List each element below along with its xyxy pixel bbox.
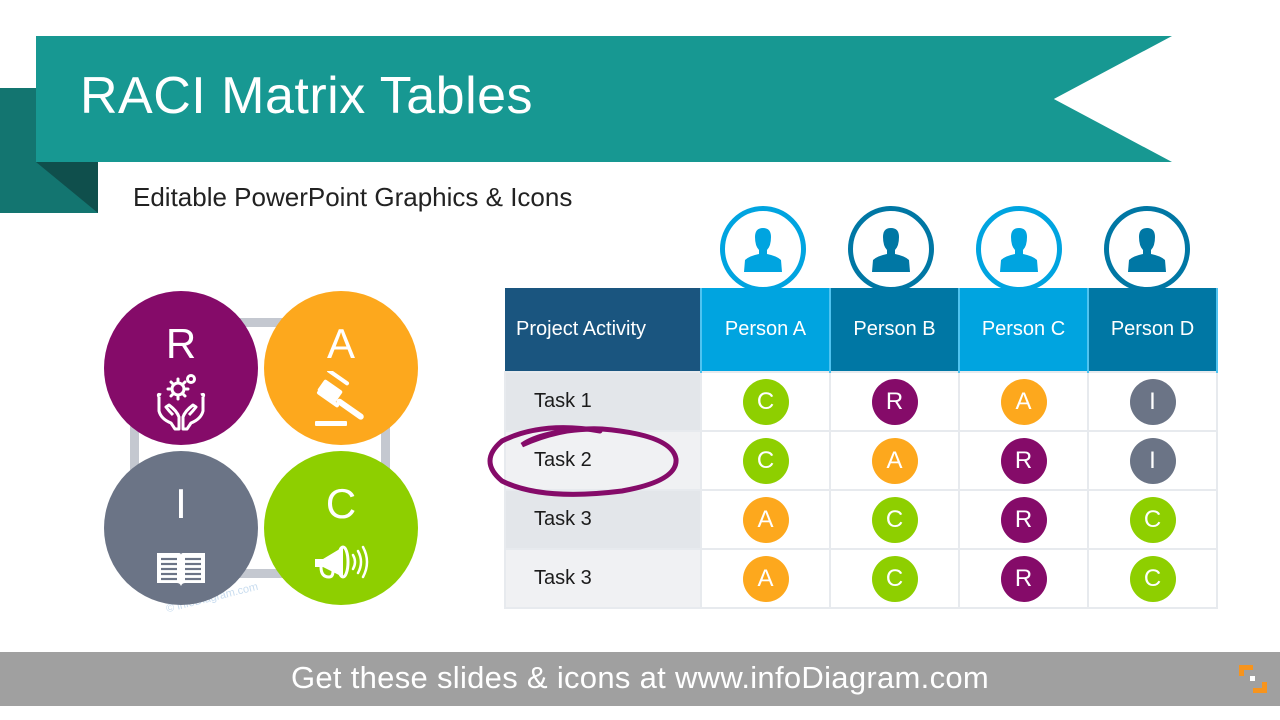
role-cell: R [958,489,1089,550]
role-badge: R [1000,496,1047,543]
person-icon [1128,228,1166,272]
hands-gears-icon [156,374,206,431]
role-badge: R [1000,555,1047,602]
table-row: Task 3 A C R C [504,548,1218,609]
person-a-header: Person A [701,288,831,372]
role-cell: C [1087,489,1218,550]
person-icon [744,228,782,272]
role-badge: R [871,378,918,425]
person-icon [872,228,910,272]
gavel-icon [315,371,364,426]
raci-accountable-circle: A [264,291,418,445]
footer-bar: Get these slides & icons at www.infoDiag… [0,652,1280,706]
role-badge: R [1000,437,1047,484]
raci-letter-r: R [165,320,197,367]
person-d-avatar [1104,206,1190,292]
role-cell: I [1087,371,1218,432]
role-badge: C [742,437,789,484]
role-cell: A [700,489,831,550]
role-badge: I [1129,378,1176,425]
raci-letter-i: I [175,480,187,527]
role-badge: A [1000,378,1047,425]
person-a-avatar [720,206,806,292]
raci-consulted-circle: C [264,451,418,605]
megaphone-icon [315,545,369,579]
role-cell: C [829,548,960,609]
role-cell: R [958,430,1089,491]
role-badge: C [871,555,918,602]
role-badge: C [742,378,789,425]
role-badge: A [742,496,789,543]
task-2-highlight-circle [487,425,679,497]
person-c-header: Person C [959,288,1089,372]
raci-letter-c: C [325,480,357,527]
person-b-header: Person B [830,288,960,372]
role-cell: A [829,430,960,491]
role-cell: R [829,371,960,432]
person-c-avatar [976,206,1062,292]
slide-subtitle: Editable PowerPoint Graphics & Icons [133,182,573,212]
person-icon [1000,228,1038,272]
role-cell: C [829,489,960,550]
raci-informed-circle: I [104,451,258,605]
role-cell: R [958,548,1089,609]
infodiagram-logo-icon [1239,665,1267,693]
role-badge: C [1129,496,1176,543]
raci-letter-a: A [326,320,355,367]
role-cell: I [1087,430,1218,491]
task-name-cell: Task 3 [504,548,702,609]
raci-responsible-circle: R [104,291,258,445]
person-d-header: Person D [1088,288,1218,372]
footer-promo-text[interactable]: Get these slides & icons at www.infoDiag… [0,660,1280,696]
role-badge: C [1129,555,1176,602]
role-badge: A [871,437,918,484]
role-badge: I [1129,437,1176,484]
role-cell: A [958,371,1089,432]
role-cell: C [700,430,831,491]
table-header-row: Project Activity Person A Person B Perso… [505,288,1218,372]
role-cell: C [700,371,831,432]
role-cell: C [1087,548,1218,609]
open-book-icon [157,553,205,586]
role-badge: A [742,555,789,602]
slide-title: RACI Matrix Tables [80,67,534,125]
person-b-avatar [848,206,934,292]
role-badge: C [871,496,918,543]
project-activity-header: Project Activity [505,288,702,372]
role-cell: A [700,548,831,609]
